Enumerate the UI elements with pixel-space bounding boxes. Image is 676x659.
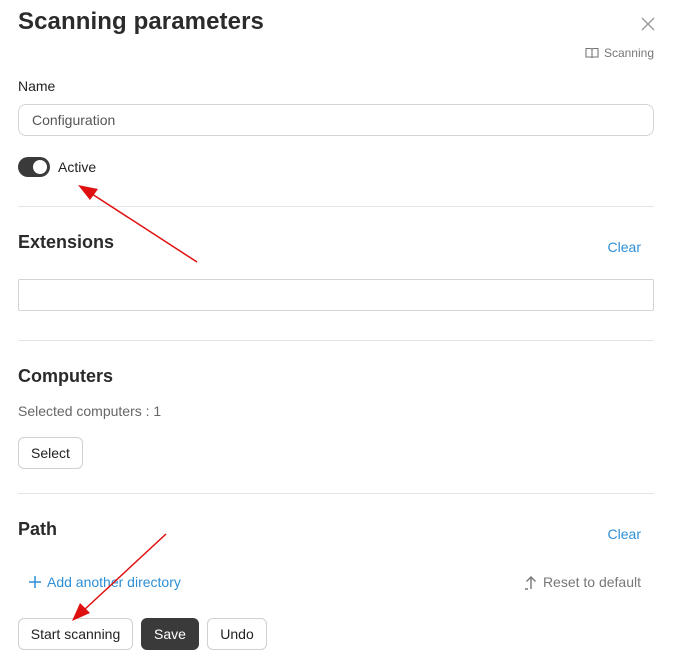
add-directory-button[interactable]: Add another directory <box>28 574 181 590</box>
documentation-link[interactable]: Scanning <box>585 46 654 60</box>
documentation-link-label: Scanning <box>603 46 654 60</box>
reset-arrow-icon <box>524 575 536 590</box>
name-input[interactable] <box>18 104 654 136</box>
undo-button[interactable]: Undo <box>207 618 267 650</box>
path-title: Path <box>18 519 58 539</box>
close-button[interactable] <box>638 14 658 34</box>
reset-to-default-button[interactable]: Reset to default <box>524 574 641 590</box>
close-icon <box>641 17 655 31</box>
extensions-input[interactable] <box>18 279 654 311</box>
active-toggle-label: Active <box>58 159 97 175</box>
active-toggle[interactable] <box>18 157 50 177</box>
annotation-arrows <box>72 185 198 621</box>
toggle-knob <box>33 160 47 174</box>
divider <box>18 340 654 341</box>
selected-computers-count: Selected computers : 1 <box>18 403 162 419</box>
name-label: Name <box>18 78 56 94</box>
extensions-title: Extensions <box>18 232 115 252</box>
save-button[interactable]: Save <box>141 618 199 650</box>
plus-icon <box>29 576 41 588</box>
reset-label: Reset to default <box>542 574 641 590</box>
extensions-clear-button[interactable]: Clear <box>608 239 641 255</box>
start-scanning-button[interactable]: Start scanning <box>18 618 133 650</box>
select-computers-button[interactable]: Select <box>18 437 83 469</box>
add-directory-label: Add another directory <box>47 574 181 590</box>
computers-title: Computers <box>18 366 114 386</box>
page-title: Scanning parameters <box>18 8 264 35</box>
book-icon <box>585 47 599 59</box>
path-clear-button[interactable]: Clear <box>608 526 641 542</box>
divider <box>18 206 654 207</box>
divider <box>18 493 654 494</box>
